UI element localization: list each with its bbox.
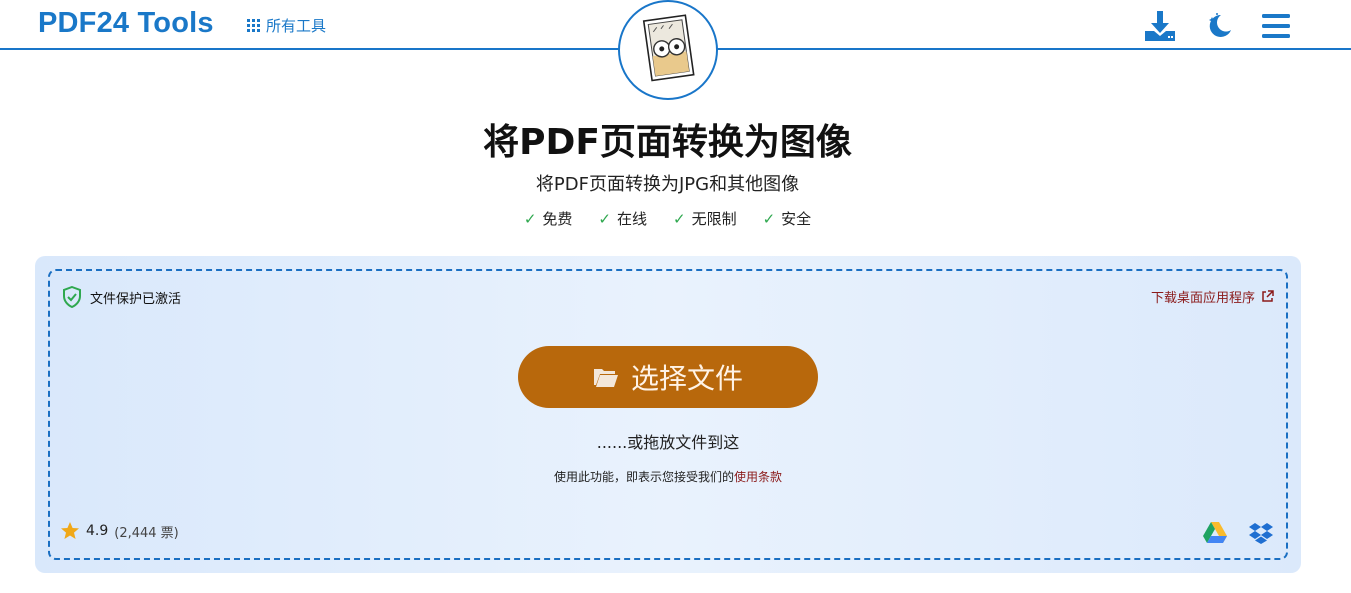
hamburger-menu-icon[interactable] <box>1259 9 1293 43</box>
feature-label: 无限制 <box>691 210 737 228</box>
rating: 4.9 (2,444 票) <box>60 521 179 541</box>
dropbox-icon[interactable] <box>1248 520 1274 546</box>
feature-list: ✓ 免费 ✓ 在线 ✓ 无限制 ✓ 安全 <box>0 208 1335 229</box>
external-link-icon <box>1262 290 1274 302</box>
feature-label: 在线 <box>616 210 647 228</box>
site-logo[interactable]: PDF24 Tools <box>38 7 214 40</box>
page-title: 将PDF页面转换为图像 <box>483 122 852 163</box>
dark-mode-moon-icon[interactable] <box>1202 9 1236 43</box>
feature-label: 免费 <box>542 210 573 228</box>
feature-item: ✓ 无限制 <box>673 208 737 229</box>
feature-item: ✓ 安全 <box>763 208 812 229</box>
file-protection-status: 文件保护已激活 <box>62 286 181 308</box>
shield-check-icon <box>63 286 81 308</box>
checkmark-icon: ✓ <box>673 209 686 228</box>
page-subtitle: 将PDF页面转换为JPG和其他图像 <box>535 174 800 195</box>
feature-item: ✓ 在线 <box>598 208 647 229</box>
download-icon[interactable] <box>1143 9 1177 43</box>
checkmark-icon: ✓ <box>598 209 611 228</box>
terms-link[interactable]: 使用条款 <box>734 470 782 484</box>
feature-item: ✓ 免费 <box>524 208 573 229</box>
star-icon <box>61 522 79 539</box>
rating-value: 4.9 <box>86 523 109 539</box>
folder-open-icon <box>593 369 618 387</box>
download-desktop-app-link[interactable]: 下载桌面应用程序 <box>1151 287 1274 306</box>
checkmark-icon: ✓ <box>523 209 537 228</box>
terms-notice: 使用此功能，即表示您接受我们的使用条款 <box>50 468 1286 485</box>
all-tools-link[interactable]: 所有工具 <box>247 15 326 36</box>
google-drive-icon[interactable] <box>1202 520 1228 546</box>
file-dropzone[interactable]: 文件保护已激活 下载桌面应用程序 选择文件 ......或拖放文件到这 使用此功… <box>48 269 1288 560</box>
desktop-link-label: 下载桌面应用程序 <box>1150 291 1255 306</box>
pdf-to-image-illustration <box>642 14 695 82</box>
grid-icon <box>247 19 260 32</box>
all-tools-label: 所有工具 <box>266 17 327 35</box>
terms-prefix: 使用此功能，即表示您接受我们的 <box>553 470 734 484</box>
choose-file-label: 选择文件 <box>630 363 743 394</box>
rating-votes: (2,444 票) <box>114 525 179 541</box>
feature-label: 安全 <box>781 210 812 228</box>
tool-medallion <box>618 0 718 100</box>
checkmark-icon: ✓ <box>762 209 776 228</box>
choose-file-button[interactable]: 选择文件 <box>518 346 818 408</box>
upload-panel: 文件保护已激活 下载桌面应用程序 选择文件 ......或拖放文件到这 使用此功… <box>35 256 1301 573</box>
protection-label: 文件保护已激活 <box>90 291 182 307</box>
drop-hint: ......或拖放文件到这 <box>596 433 740 452</box>
